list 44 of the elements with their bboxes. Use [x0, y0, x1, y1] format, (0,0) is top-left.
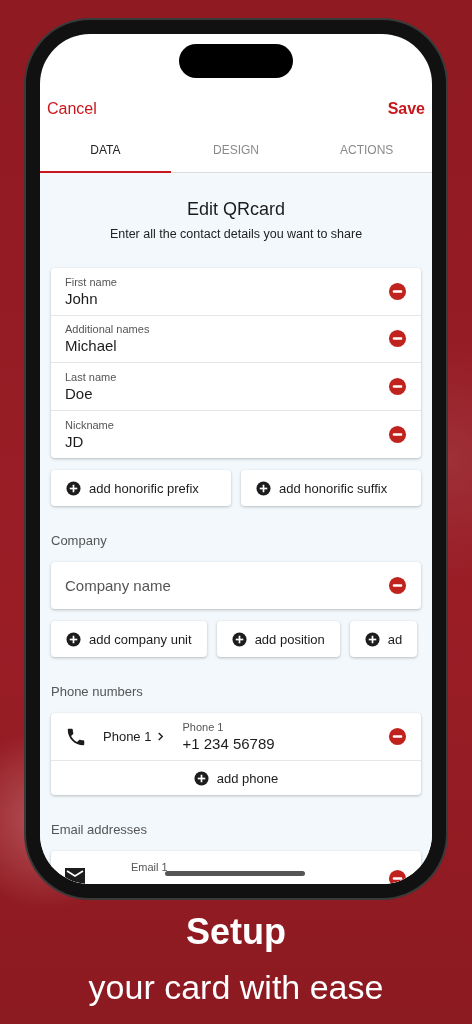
- add-button[interactable]: add company unit: [51, 621, 207, 657]
- field-label: Additional names: [65, 322, 150, 337]
- field-label: Nickname: [65, 417, 114, 432]
- field-value[interactable]: John: [65, 288, 98, 308]
- add-button[interactable]: add position: [216, 621, 340, 657]
- add-button[interactable]: add honorific suffix: [241, 470, 421, 506]
- caption-title: Setup: [185, 912, 287, 952]
- tab[interactable]: ACTIONS: [301, 129, 432, 173]
- remove-icon[interactable]: [388, 329, 407, 349]
- field-value[interactable]: Michael: [65, 336, 117, 356]
- section-heading: Email addresses: [51, 821, 149, 839]
- plus-icon: [66, 480, 81, 496]
- field-value[interactable]: Doe: [65, 383, 93, 403]
- cancel-button[interactable]: Cancel: [47, 100, 97, 118]
- plus-icon: [256, 480, 271, 496]
- caption-subtitle: your card with ease: [87, 967, 385, 1007]
- add-phone-button[interactable]: add phone: [193, 770, 279, 786]
- remove-icon[interactable]: [388, 281, 407, 301]
- plus-icon: [231, 631, 247, 647]
- field-label: Last name: [65, 369, 117, 384]
- tab[interactable]: DESIGN: [170, 129, 302, 173]
- page-title: Edit QRcard: [185, 198, 286, 221]
- remove-icon[interactable]: [388, 376, 407, 396]
- page-subtitle: Enter all the contact details you want to share: [108, 226, 364, 243]
- plus-icon: [66, 631, 81, 647]
- chevron-icon: [157, 732, 165, 741]
- remove-icon[interactable]: [388, 424, 407, 444]
- remove-icon[interactable]: [388, 727, 407, 746]
- field-label: Phone 1: [182, 720, 224, 734]
- plus-icon: [364, 631, 380, 647]
- add-button[interactable]: ad: [349, 621, 418, 657]
- save-button[interactable]: Save: [387, 100, 425, 118]
- phone-type-selector[interactable]: Phone 1: [103, 729, 165, 744]
- section-heading: Phone numbers: [51, 683, 144, 701]
- field-value[interactable]: +1 234 56789: [182, 734, 275, 753]
- field-label: First name: [65, 274, 117, 289]
- company-name-field[interactable]: Company name: [51, 562, 421, 609]
- field-label: Email 1: [131, 860, 168, 874]
- plus-icon: [193, 770, 209, 786]
- add-button[interactable]: add honorific prefix: [51, 470, 231, 506]
- remove-icon[interactable]: [388, 576, 407, 595]
- section-heading: Company: [51, 532, 108, 550]
- remove-icon[interactable]: [388, 869, 407, 884]
- field-value[interactable]: JD: [65, 431, 84, 451]
